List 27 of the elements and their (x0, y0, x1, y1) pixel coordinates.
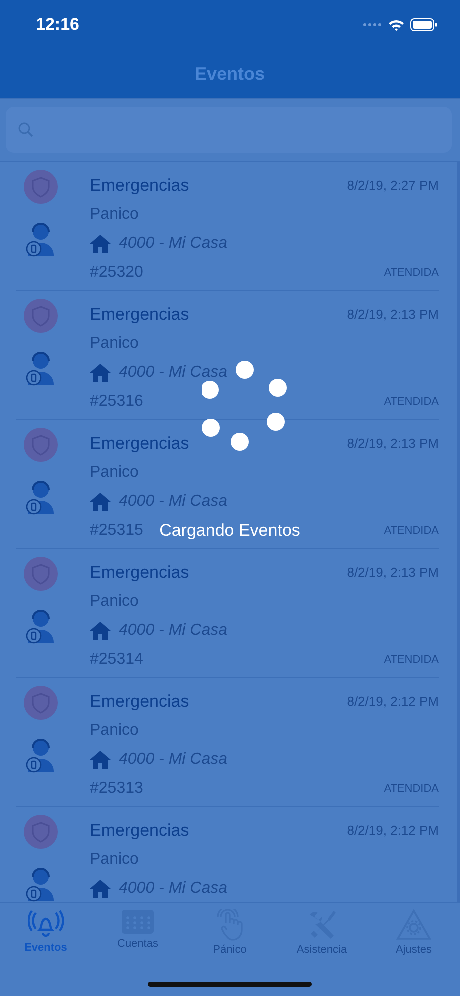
shield-icon (24, 170, 58, 204)
shield-icon (24, 557, 58, 591)
event-title: Emergencias (90, 562, 190, 582)
house-icon (90, 750, 111, 768)
shield-icon (24, 428, 58, 462)
shield-icon (24, 686, 58, 720)
wifi-icon (388, 18, 405, 32)
event-title: Emergencias (90, 434, 190, 454)
event-title: Emergencias (90, 692, 190, 712)
house-icon (90, 622, 111, 640)
loading-text: Cargando Eventos (160, 521, 300, 541)
event-title: Emergencias (90, 304, 190, 324)
event-title: Emergencias (90, 176, 190, 196)
status-time: 12:16 (36, 15, 80, 35)
shield-icon (24, 299, 58, 333)
search-field[interactable] (6, 107, 452, 153)
house-icon (90, 880, 111, 898)
event-title: Emergencias (90, 820, 190, 840)
house-icon (90, 492, 111, 510)
bell-icon (28, 909, 64, 939)
house-icon (90, 234, 111, 252)
tab-item[interactable]: Eventos (6, 909, 86, 956)
battery-icon (410, 18, 438, 32)
shield-icon (24, 815, 58, 849)
house-icon (90, 364, 111, 382)
search-icon (18, 122, 34, 138)
signal-icon (363, 23, 383, 27)
